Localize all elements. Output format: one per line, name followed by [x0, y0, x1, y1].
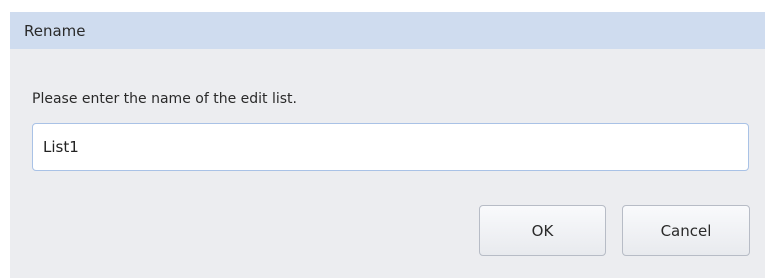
rename-dialog: Rename Please enter the name of the edit…	[10, 12, 765, 278]
edit-list-name-input[interactable]	[32, 123, 749, 171]
dialog-prompt: Please enter the name of the edit list.	[32, 91, 297, 107]
cancel-button[interactable]: Cancel	[622, 205, 750, 256]
dialog-titlebar: Rename	[10, 12, 765, 49]
dialog-title: Rename	[24, 21, 86, 40]
ok-button[interactable]: OK	[479, 205, 606, 256]
page: Rename Please enter the name of the edit…	[0, 0, 765, 278]
